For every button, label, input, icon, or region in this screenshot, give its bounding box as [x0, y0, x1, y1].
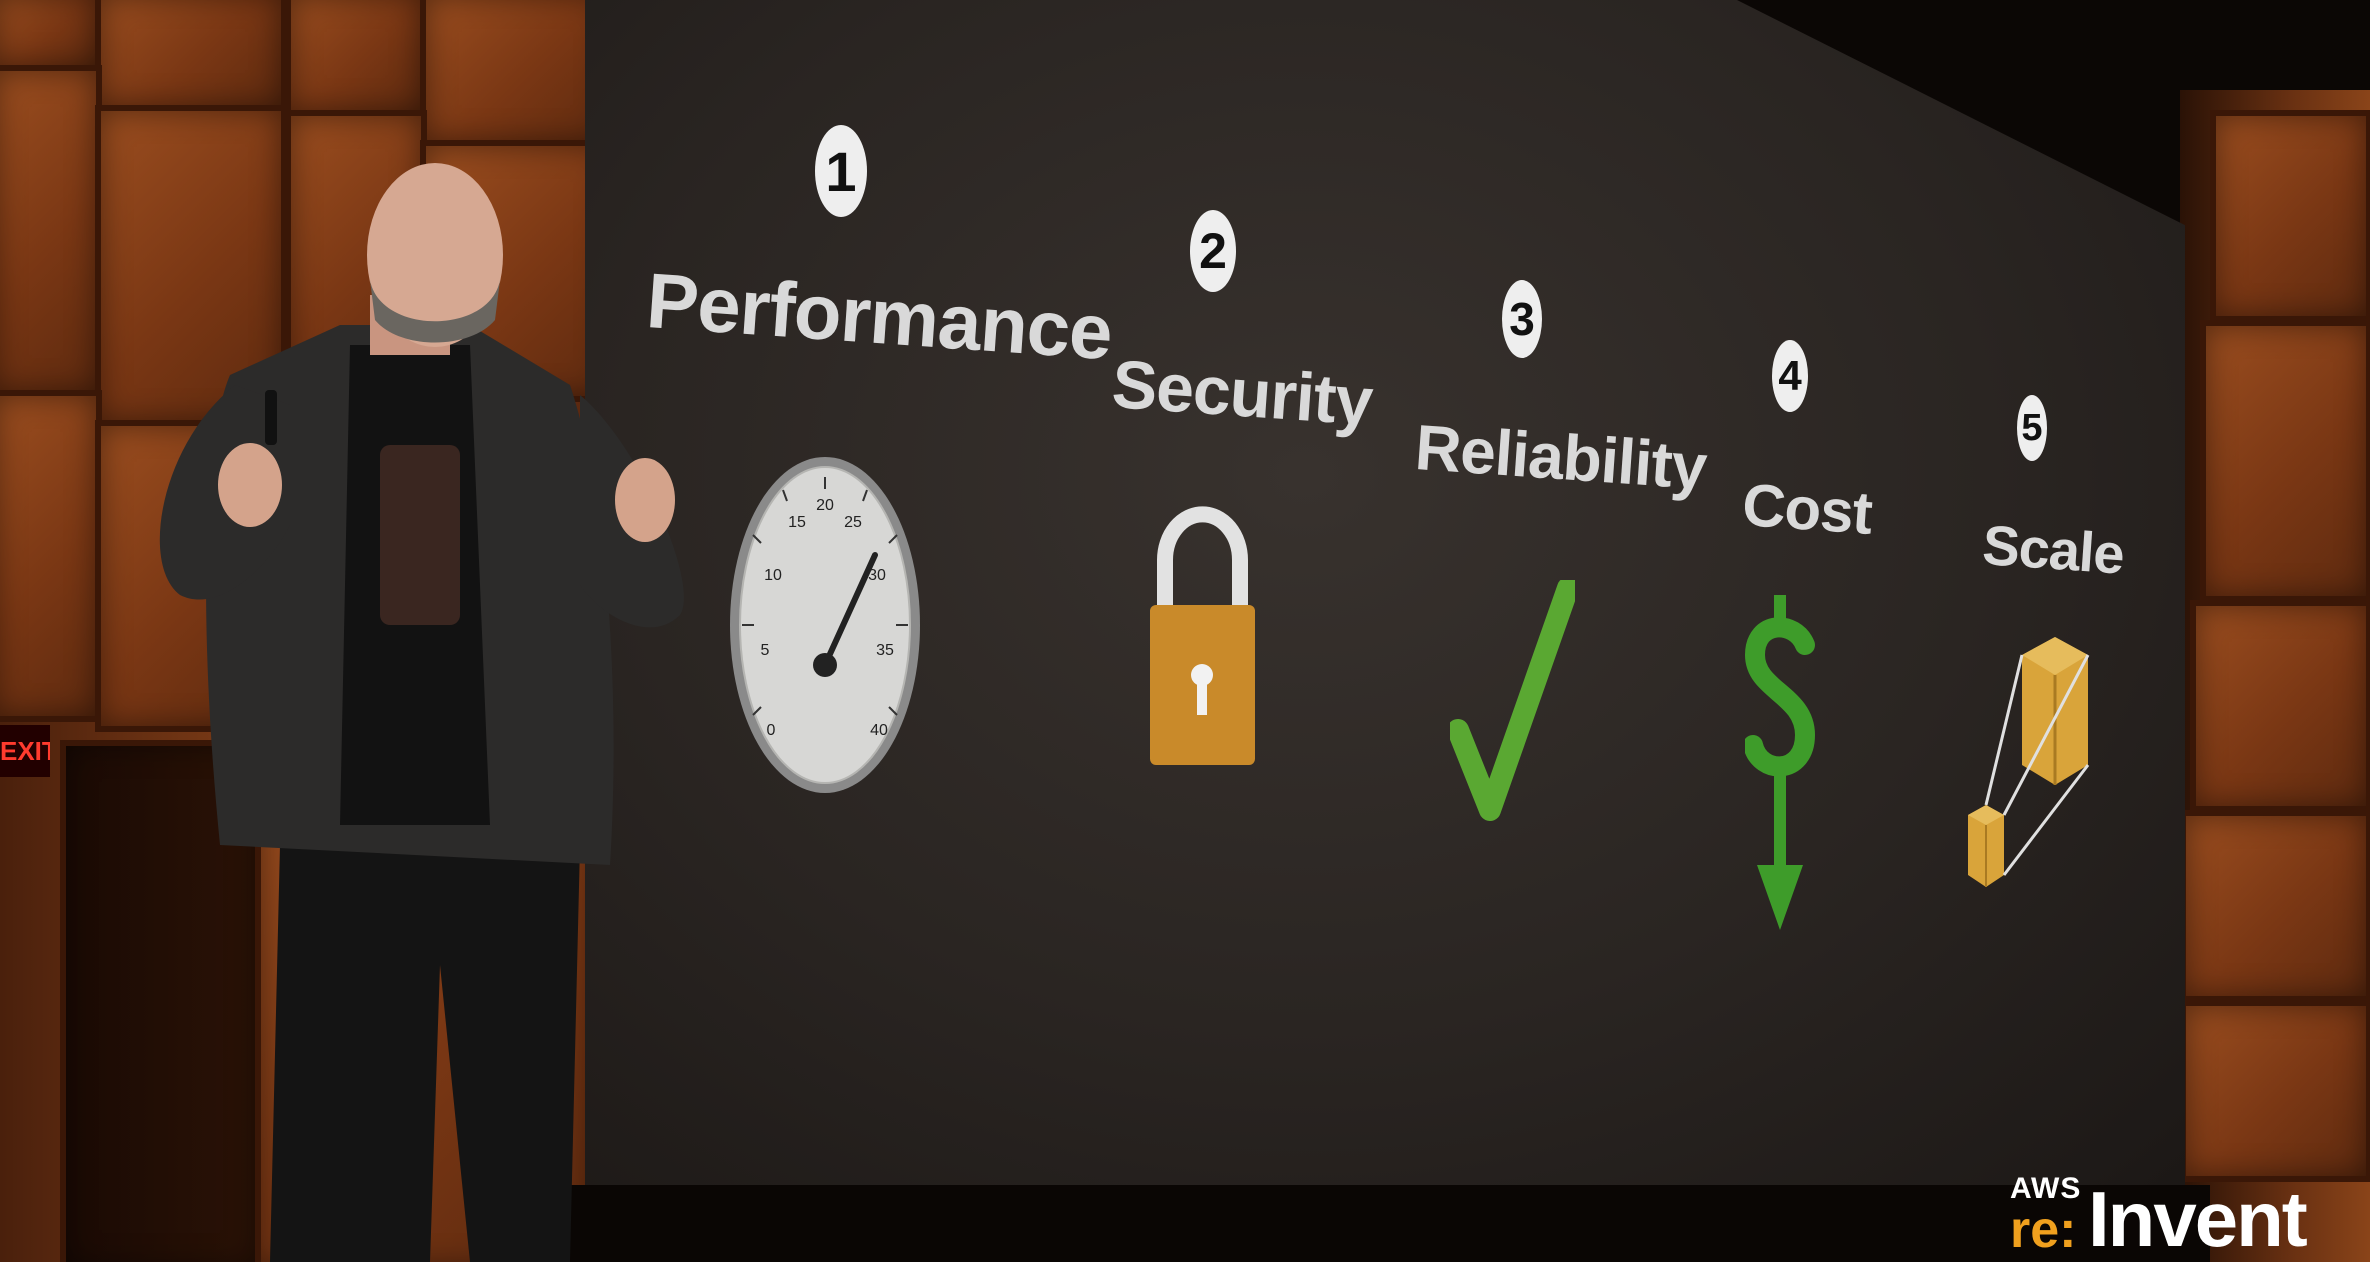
pillar-number-text: 2 [1199, 223, 1227, 279]
wood-panel [0, 65, 102, 397]
pillar-label-cost: Cost [1740, 470, 1874, 547]
exit-sign-text: EXIT [0, 735, 50, 766]
wood-panel [2210, 110, 2370, 322]
wood-panel [2180, 1000, 2370, 1182]
exit-sign: EXIT [0, 725, 50, 777]
dollar-arrow-down-icon [1745, 595, 1815, 930]
wood-panel [420, 0, 612, 147]
pillar-number-text: 1 [825, 139, 857, 203]
wood-panel [95, 0, 287, 112]
pillar-number-2: 2 [1190, 210, 1236, 292]
wood-panel [2180, 810, 2370, 1002]
presenter-hand-left [218, 443, 282, 527]
stage-floor [570, 1185, 2210, 1262]
pillar-number-1: 1 [815, 125, 867, 217]
gauge-tick-label: 20 [816, 497, 834, 514]
logo-invent-text: Invent [2088, 1175, 2308, 1262]
stage-scene: EXIT 1 Performance 0 5 10 15 20 25 30 35… [0, 0, 2370, 1262]
gauge-tick-label: 25 [844, 514, 862, 531]
pillar-number-3: 3 [1502, 280, 1542, 358]
speedometer-gauge-icon: 0 5 10 15 20 25 30 35 40 [730, 457, 920, 793]
gauge-tick-label: 10 [764, 567, 782, 584]
gauge-tick-label: 0 [767, 722, 776, 739]
scaling-boxes-icon [1968, 637, 2090, 887]
wood-panel [2200, 320, 2370, 602]
wood-panel [285, 0, 427, 117]
pillar-number-text: 5 [2021, 406, 2043, 449]
gauge-tick-label: 15 [788, 514, 806, 531]
pillar-label-scale: Scale [1980, 512, 2126, 586]
wooden-wall-right [2180, 90, 2370, 1262]
aws-reinvent-logo: AWS re: Invent [2010, 1170, 2350, 1262]
logo-re-text: re: [2010, 1201, 2077, 1259]
pillar-number-5: 5 [2017, 395, 2047, 461]
presenter-hand-right [615, 458, 675, 542]
pillar-number-text: 3 [1509, 293, 1535, 345]
checkmark-icon [1450, 580, 1575, 821]
gauge-tick-label: 40 [870, 722, 888, 739]
clicker-remote [265, 390, 277, 445]
gauge-tick-label: 5 [761, 642, 770, 659]
pillar-number-4: 4 [1772, 340, 1808, 412]
pillar-number-text: 4 [1778, 352, 1802, 399]
wood-panel [0, 390, 102, 722]
shirt-graphic [380, 445, 460, 625]
gauge-tick-label: 35 [876, 642, 894, 659]
padlock-icon [1150, 506, 1255, 765]
wood-panel [0, 0, 102, 72]
wood-panel [2190, 600, 2370, 812]
presenter-person [159, 163, 684, 1262]
